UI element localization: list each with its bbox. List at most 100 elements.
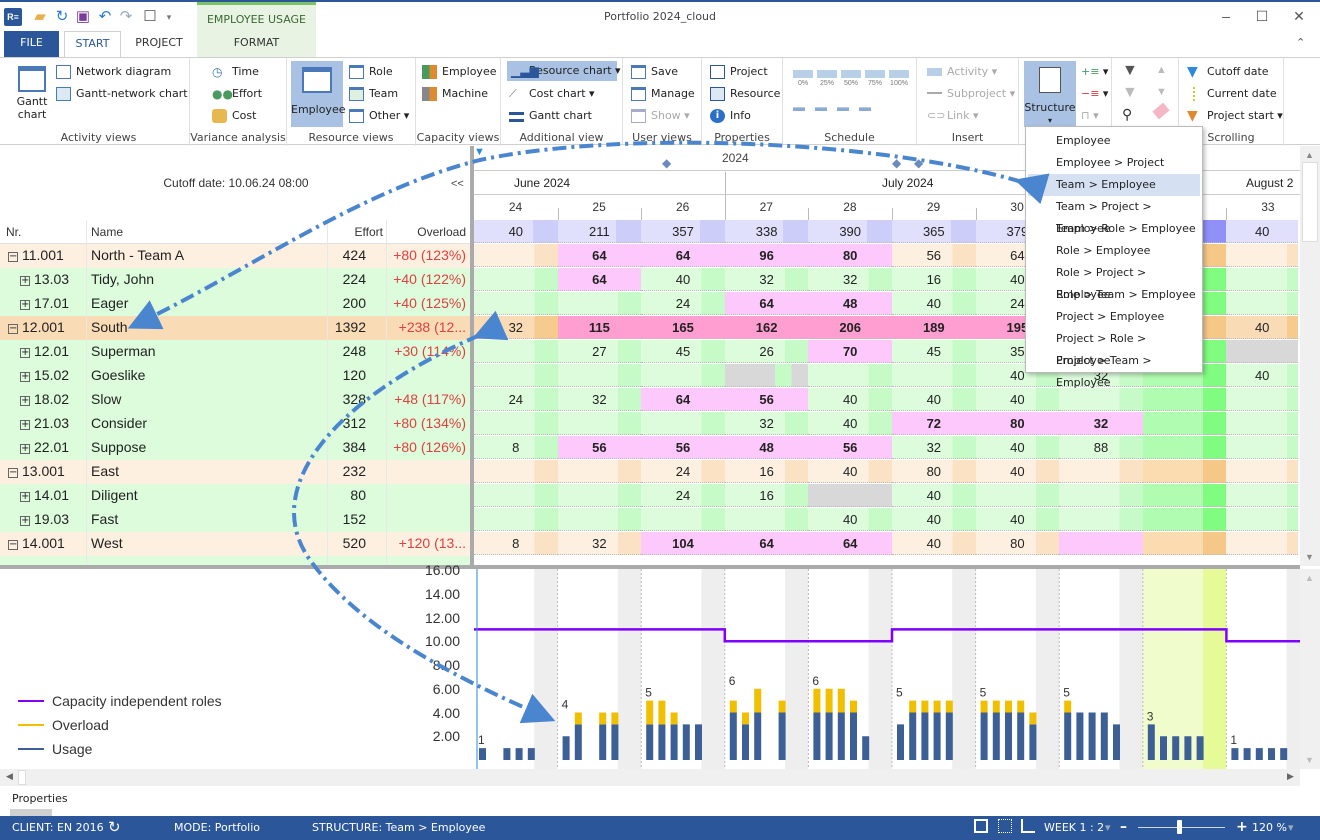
summary-cell[interactable]: 40 bbox=[1226, 220, 1298, 243]
progress-25-button[interactable]: 25% bbox=[817, 70, 837, 87]
usage-cell[interactable]: 16 bbox=[724, 484, 809, 507]
usage-cell[interactable]: 32 bbox=[557, 532, 642, 555]
table-row[interactable]: +21.03 Consider 312 +80 (134%) bbox=[0, 412, 472, 436]
usage-cell[interactable]: 70 bbox=[808, 340, 892, 363]
structure-option[interactable]: Team > Role > Employee bbox=[1028, 218, 1200, 240]
header-name[interactable]: Name bbox=[91, 225, 123, 239]
scroll-thumb[interactable] bbox=[18, 770, 26, 785]
milestone-icon[interactable]: ◆ bbox=[914, 156, 923, 170]
usage-cell[interactable] bbox=[557, 508, 642, 531]
table-row[interactable]: −13.001 East 232 bbox=[0, 460, 472, 484]
gantt-chart-button[interactable]: Gantt chart bbox=[12, 66, 52, 121]
usage-cell[interactable]: 45 bbox=[892, 340, 976, 363]
scroll-down-icon[interactable]: ▼ bbox=[1305, 552, 1314, 562]
usage-cell[interactable] bbox=[641, 364, 725, 387]
manage-views-button[interactable]: Manage bbox=[631, 84, 695, 104]
progress-0-button[interactable]: 0% bbox=[793, 70, 813, 87]
usage-cell[interactable] bbox=[474, 412, 558, 435]
usage-cell[interactable]: 162 bbox=[724, 316, 809, 339]
usage-cell[interactable]: 40 bbox=[975, 508, 1060, 531]
minimize-button[interactable]: – bbox=[1211, 8, 1241, 24]
collapse-level-button[interactable]: −≡ ▾ bbox=[1081, 84, 1108, 104]
usage-cell[interactable]: 115 bbox=[557, 316, 642, 339]
usage-cell[interactable]: 64 bbox=[724, 532, 809, 555]
expand-icon[interactable]: + bbox=[20, 492, 30, 502]
usage-cell[interactable]: 40 bbox=[808, 508, 892, 531]
usage-cell[interactable]: 64 bbox=[641, 244, 725, 267]
usage-cell[interactable]: 24 bbox=[641, 460, 725, 483]
table-row-partial[interactable] bbox=[0, 556, 472, 565]
redo-icon[interactable]: ↷ bbox=[117, 8, 135, 26]
usage-cell[interactable] bbox=[474, 364, 558, 387]
table-row[interactable]: +19.03 Fast 152 bbox=[0, 508, 472, 532]
current-date-button[interactable]: Current date bbox=[1187, 84, 1277, 104]
usage-cell[interactable] bbox=[557, 412, 642, 435]
filter-icon[interactable]: ▼ bbox=[1122, 62, 1138, 80]
close-button[interactable]: ✕ bbox=[1284, 8, 1314, 25]
usage-cell[interactable] bbox=[1059, 532, 1143, 555]
usage-cell[interactable]: 16 bbox=[724, 460, 809, 483]
usage-cell[interactable]: 26 bbox=[724, 340, 809, 363]
expand-icon[interactable]: + bbox=[20, 372, 30, 382]
usage-cell[interactable] bbox=[724, 508, 809, 531]
expand-icon[interactable]: + bbox=[20, 516, 30, 526]
expand-level-button[interactable]: +≡ ▾ bbox=[1081, 62, 1108, 82]
usage-cell[interactable]: 8 bbox=[474, 436, 558, 459]
usage-cell[interactable]: 40 bbox=[892, 484, 976, 507]
open-icon[interactable]: ▰ bbox=[31, 8, 49, 26]
resource-chart-button[interactable]: ▁▃▆ Resource chart ▾ bbox=[507, 61, 621, 81]
usage-cell[interactable]: 56 bbox=[892, 244, 976, 267]
usage-cell[interactable] bbox=[808, 484, 892, 507]
scale-dropdown-icon[interactable]: ▾ bbox=[1105, 821, 1111, 834]
summary-cell[interactable]: 390 bbox=[808, 220, 892, 243]
scroll-left-icon[interactable]: ◀ bbox=[6, 771, 13, 782]
usage-cell[interactable]: 56 bbox=[557, 436, 642, 459]
usage-cell[interactable]: 64 bbox=[641, 388, 725, 411]
tab-format[interactable]: FORMAT bbox=[197, 31, 316, 57]
time-button[interactable]: ◷ Time bbox=[212, 62, 259, 82]
structure-option[interactable]: Project > Employee bbox=[1028, 306, 1200, 328]
usage-cell[interactable] bbox=[808, 364, 892, 387]
resource-properties-button[interactable]: Resource bbox=[710, 84, 780, 104]
usage-cell[interactable] bbox=[474, 292, 558, 315]
expand-icon[interactable]: + bbox=[20, 396, 30, 406]
expand-icon[interactable]: + bbox=[20, 444, 30, 454]
project-properties-button[interactable]: Project bbox=[710, 62, 768, 82]
table-row[interactable]: +13.03 Tidy, John 224 +40 (122%) bbox=[0, 268, 472, 292]
usage-cell[interactable] bbox=[474, 268, 558, 291]
usage-cell[interactable] bbox=[1226, 340, 1298, 363]
usage-cell[interactable]: 64 bbox=[557, 244, 642, 267]
structure-option[interactable]: Employee bbox=[1028, 130, 1200, 152]
move-down-icon[interactable]: ▼ bbox=[1156, 86, 1167, 98]
expand-icon[interactable]: + bbox=[20, 276, 30, 286]
progress-50-button[interactable]: 50% bbox=[841, 70, 861, 87]
usage-cell[interactable]: 206 bbox=[808, 316, 892, 339]
usage-cell[interactable]: 40 bbox=[808, 388, 892, 411]
expand-icon[interactable]: + bbox=[20, 348, 30, 358]
structure-option[interactable]: Project > Team > Employee bbox=[1028, 350, 1200, 389]
effort-button[interactable]: ●● Effort bbox=[212, 84, 262, 104]
find-icon[interactable]: ⚲ bbox=[1122, 106, 1132, 123]
header-nr[interactable]: Nr. bbox=[6, 225, 21, 239]
collapse-icon[interactable]: − bbox=[8, 252, 18, 262]
collapse-icon[interactable]: − bbox=[8, 468, 18, 478]
usage-cell[interactable] bbox=[474, 340, 558, 363]
usage-cell[interactable]: 32 bbox=[474, 316, 558, 339]
info-button[interactable]: i Info bbox=[710, 106, 751, 126]
collapse-icon[interactable]: − bbox=[8, 540, 18, 550]
summary-cell[interactable]: 211 bbox=[557, 220, 642, 243]
usage-cell[interactable]: 56 bbox=[808, 436, 892, 459]
usage-cell[interactable]: 48 bbox=[808, 292, 892, 315]
usage-cell[interactable]: 32 bbox=[892, 436, 976, 459]
usage-cell[interactable]: 40 bbox=[808, 460, 892, 483]
usage-cell[interactable] bbox=[1142, 484, 1227, 507]
save-view-button[interactable]: Save bbox=[631, 62, 678, 82]
summary-cell[interactable]: 365 bbox=[892, 220, 976, 243]
usage-cell[interactable]: 40 bbox=[892, 508, 976, 531]
view-icon[interactable]: ☐ bbox=[141, 8, 159, 26]
usage-cell[interactable]: 88 bbox=[1059, 436, 1143, 459]
additional-gantt-button[interactable]: Gantt chart bbox=[509, 106, 592, 126]
usage-cell[interactable] bbox=[474, 508, 558, 531]
sync-icon[interactable]: ↻ bbox=[108, 818, 121, 836]
usage-cell[interactable]: 80 bbox=[892, 460, 976, 483]
